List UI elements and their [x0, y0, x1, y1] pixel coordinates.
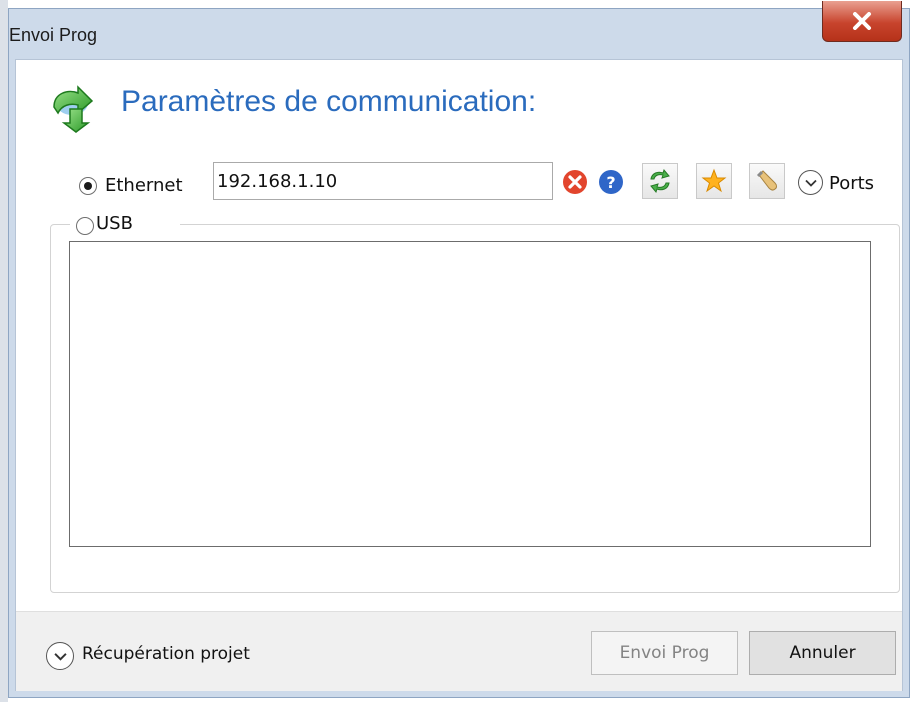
page-title: Paramètres de communication: — [121, 85, 537, 118]
usb-radio[interactable] — [76, 217, 94, 235]
ethernet-label[interactable]: Ethernet — [105, 175, 183, 196]
cancel-button[interactable]: Annuler — [749, 631, 896, 675]
clear-icon[interactable] — [562, 169, 588, 195]
ip-address-input[interactable] — [213, 162, 553, 200]
title-bar[interactable]: Envoi Prog — [9, 1, 909, 59]
dialog-content: Paramètres de communication: Ethernet ? — [15, 59, 903, 691]
send-program-button[interactable]: Envoi Prog — [591, 631, 738, 675]
green-download-arrow-icon — [53, 85, 94, 133]
usb-label[interactable]: USB — [96, 213, 133, 234]
close-button[interactable] — [822, 1, 902, 42]
ports-list[interactable] — [69, 241, 871, 547]
close-icon — [853, 12, 871, 30]
tools-button[interactable] — [749, 163, 785, 199]
favorite-button[interactable] — [696, 163, 732, 199]
recuperation-expand-button[interactable] — [46, 642, 74, 670]
ports-expand-button[interactable] — [798, 170, 823, 195]
favorite-star-icon — [701, 168, 727, 193]
ports-label[interactable]: Ports — [829, 173, 874, 194]
usb-legend: USB — [70, 212, 180, 238]
chevron-down-icon — [804, 179, 817, 187]
refresh-icon — [650, 168, 670, 194]
chevron-down-icon — [53, 652, 67, 661]
svg-text:?: ? — [606, 173, 615, 192]
dialog-footer: Récupération projet Envoi Prog Annuler — [16, 611, 902, 691]
ethernet-radio[interactable] — [79, 177, 97, 195]
window-title: Envoi Prog — [9, 25, 98, 45]
wrench-icon — [756, 170, 777, 191]
recuperation-label[interactable]: Récupération projet — [82, 644, 250, 664]
help-icon[interactable]: ? — [598, 169, 624, 195]
dialog-window: Envoi Prog Paramètres de communication: … — [8, 1, 910, 698]
refresh-button[interactable] — [642, 163, 678, 199]
desktop-edge — [0, 0, 8, 702]
